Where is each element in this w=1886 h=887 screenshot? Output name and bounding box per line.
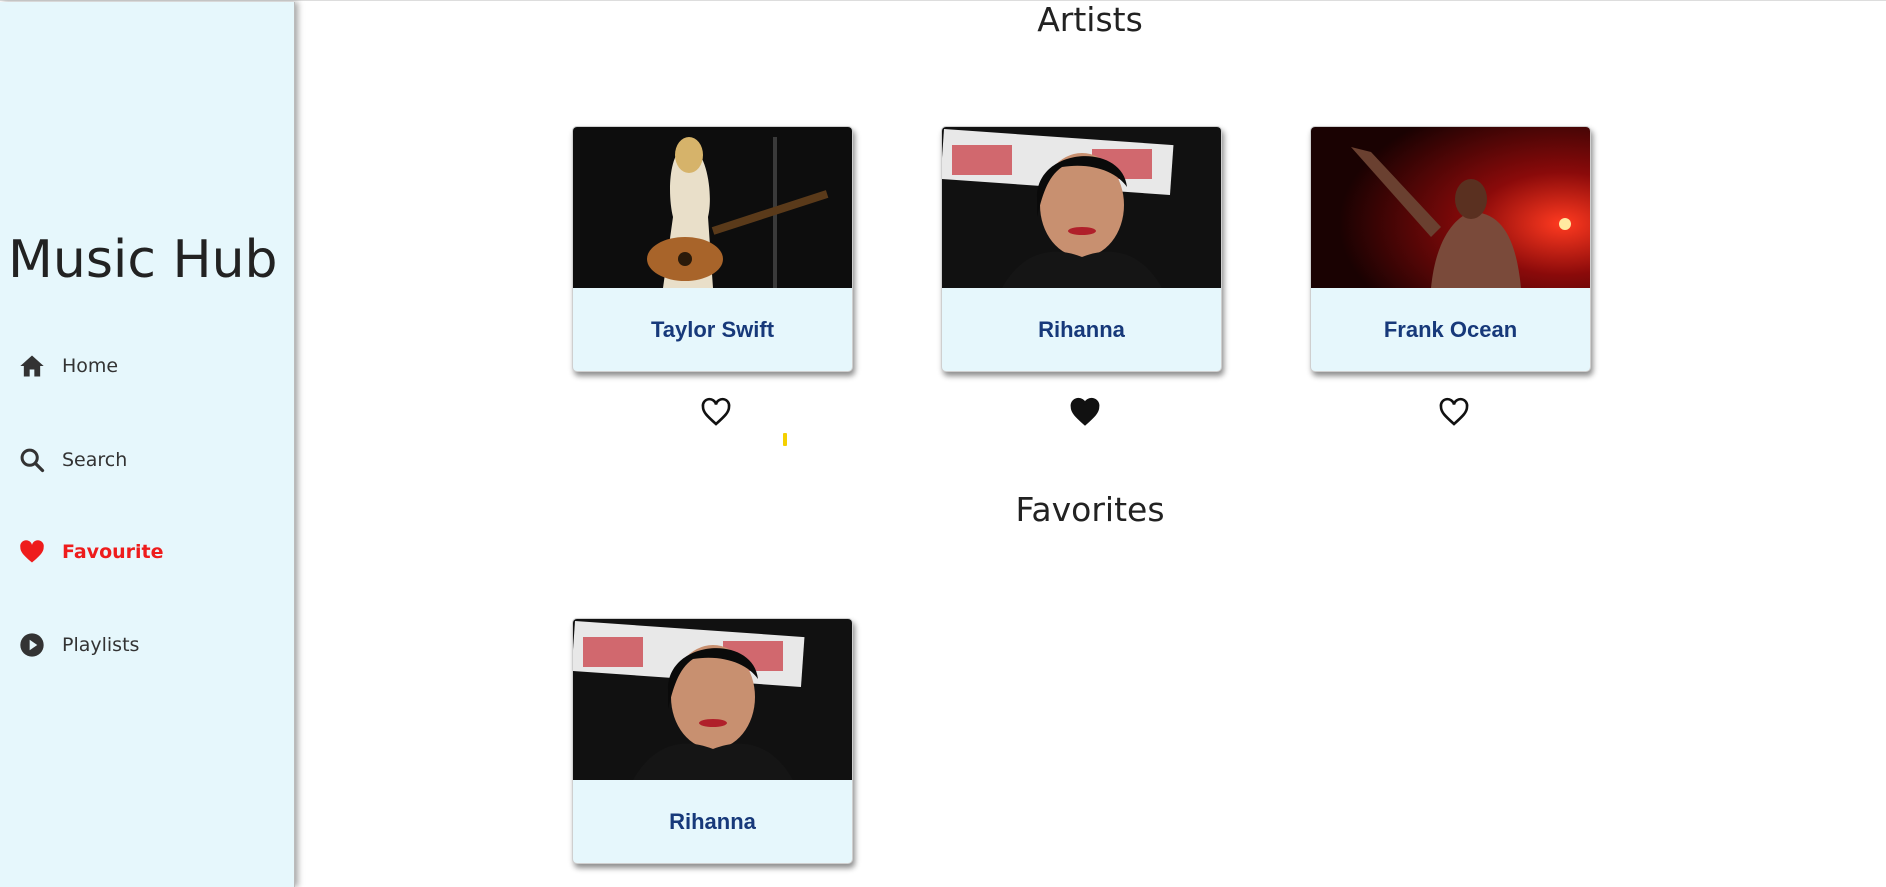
artist-photo <box>573 619 852 780</box>
artist-name: Frank Ocean <box>1383 316 1518 342</box>
favorite-card[interactable]: Rihanna <box>572 618 853 864</box>
artists-heading: Artists <box>1037 0 1143 39</box>
sidebar-item-label: Playlists <box>62 634 140 656</box>
favorite-toggle-icon[interactable] <box>700 397 732 427</box>
app-title: Music Hub <box>8 230 278 290</box>
artist-card[interactable]: Frank Ocean <box>1310 126 1591 372</box>
heart-icon <box>18 538 46 566</box>
cursor-marker <box>783 433 787 446</box>
favorite-toggle-icon[interactable] <box>1069 397 1101 427</box>
sidebar-item-playlists[interactable]: Playlists <box>18 625 139 665</box>
sidebar: Music Hub Home Search Favourite Playlist… <box>0 2 295 887</box>
artist-photo <box>573 127 852 288</box>
artist-name: Taylor Swift <box>650 316 775 342</box>
artist-card[interactable]: Taylor Swift <box>572 126 853 372</box>
search-icon <box>18 446 46 474</box>
artist-name: Rihanna <box>669 808 756 834</box>
favorites-heading: Favorites <box>1015 490 1165 529</box>
artist-name: Rihanna <box>1038 316 1125 342</box>
home-icon <box>18 352 46 380</box>
artist-card[interactable]: Rihanna <box>941 126 1222 372</box>
artist-photo <box>942 127 1221 288</box>
sidebar-item-label: Favourite <box>62 541 164 563</box>
artist-photo <box>1311 127 1590 288</box>
play-circle-icon <box>18 631 46 659</box>
sidebar-item-favourite[interactable]: Favourite <box>18 532 164 572</box>
sidebar-item-home[interactable]: Home <box>18 346 118 386</box>
favorite-toggle-icon[interactable] <box>1438 397 1470 427</box>
sidebar-item-search[interactable]: Search <box>18 440 127 480</box>
sidebar-item-label: Search <box>62 449 128 471</box>
sidebar-item-label: Home <box>62 355 119 377</box>
